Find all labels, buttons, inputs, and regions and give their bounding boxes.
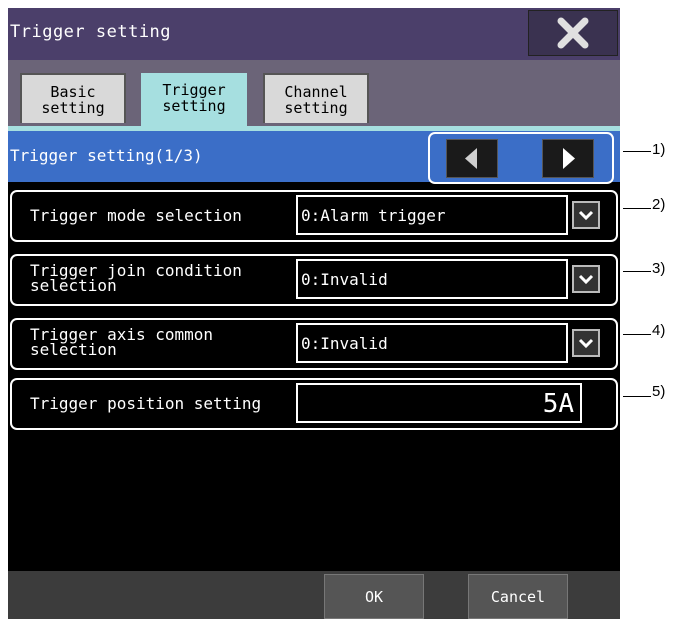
label-line2: selection bbox=[30, 276, 117, 295]
title-bar: Trigger setting bbox=[8, 8, 620, 60]
triangle-left-icon bbox=[465, 148, 477, 169]
trigger-join-condition-row: Trigger join condition selection 0:Inval… bbox=[10, 254, 618, 306]
section-title: Trigger setting(1/3) bbox=[10, 146, 203, 165]
triangle-right-icon bbox=[563, 148, 575, 169]
callout-label-3: 3) bbox=[652, 260, 666, 277]
callout-line bbox=[623, 271, 651, 272]
trigger-join-condition-label: Trigger join condition selection bbox=[30, 263, 242, 295]
trigger-join-condition-select[interactable]: 0:Invalid bbox=[296, 259, 568, 299]
window-title: Trigger setting bbox=[10, 22, 172, 42]
label-line2: selection bbox=[30, 340, 117, 359]
chevron-down-icon bbox=[578, 338, 594, 349]
dialog: Trigger setting Basic setting Trigger se… bbox=[8, 8, 620, 619]
trigger-axis-common-dropdown-button[interactable] bbox=[572, 329, 600, 357]
trigger-position-label: Trigger position setting bbox=[30, 394, 262, 413]
callout-label-2: 2) bbox=[652, 196, 666, 213]
footer-bar: OK Cancel bbox=[8, 571, 620, 619]
close-icon bbox=[557, 17, 589, 49]
tab-channel-setting[interactable]: Channel setting bbox=[263, 73, 369, 123]
trigger-axis-common-select[interactable]: 0:Invalid bbox=[296, 323, 568, 363]
tab-basic-setting[interactable]: Basic setting bbox=[20, 73, 126, 123]
callout-label-5: 5) bbox=[652, 383, 666, 400]
trigger-mode-label: Trigger mode selection bbox=[30, 206, 242, 225]
tab-label-line2: setting bbox=[284, 99, 348, 117]
trigger-position-row: Trigger position setting 5A bbox=[10, 378, 618, 430]
cancel-button[interactable]: Cancel bbox=[468, 574, 568, 619]
tab-trigger-setting[interactable]: Trigger setting bbox=[141, 73, 247, 126]
page-nav-group bbox=[428, 132, 614, 184]
trigger-mode-row: Trigger mode selection 0:Alarm trigger bbox=[10, 190, 618, 242]
callout-label-4: 4) bbox=[652, 322, 666, 339]
tab-bar: Basic setting Trigger setting Channel se… bbox=[8, 60, 620, 126]
callout-line bbox=[623, 208, 651, 209]
chevron-down-icon bbox=[578, 210, 594, 221]
close-button[interactable] bbox=[528, 10, 618, 56]
next-page-button[interactable] bbox=[542, 139, 594, 178]
tab-label-line1: Trigger bbox=[162, 81, 226, 99]
trigger-join-condition-dropdown-button[interactable] bbox=[572, 265, 600, 293]
callout-label-1: 1) bbox=[652, 141, 666, 158]
trigger-mode-dropdown-button[interactable] bbox=[572, 201, 600, 229]
chevron-down-icon bbox=[578, 274, 594, 285]
callout-line bbox=[623, 396, 651, 397]
prev-page-button[interactable] bbox=[446, 139, 498, 178]
trigger-mode-select[interactable]: 0:Alarm trigger bbox=[296, 195, 568, 235]
trigger-axis-common-label: Trigger axis common selection bbox=[30, 327, 213, 359]
tab-label-line1: Basic bbox=[50, 83, 96, 101]
trigger-position-input[interactable]: 5A bbox=[296, 383, 582, 423]
callout-line bbox=[623, 334, 651, 335]
callout-line bbox=[623, 151, 651, 152]
trigger-axis-common-row: Trigger axis common selection 0:Invalid bbox=[10, 318, 618, 370]
tab-label-line2: setting bbox=[41, 99, 105, 117]
tab-label-line1: Channel bbox=[284, 83, 348, 101]
tab-label-line2: setting bbox=[162, 97, 226, 115]
ok-button[interactable]: OK bbox=[324, 574, 424, 619]
